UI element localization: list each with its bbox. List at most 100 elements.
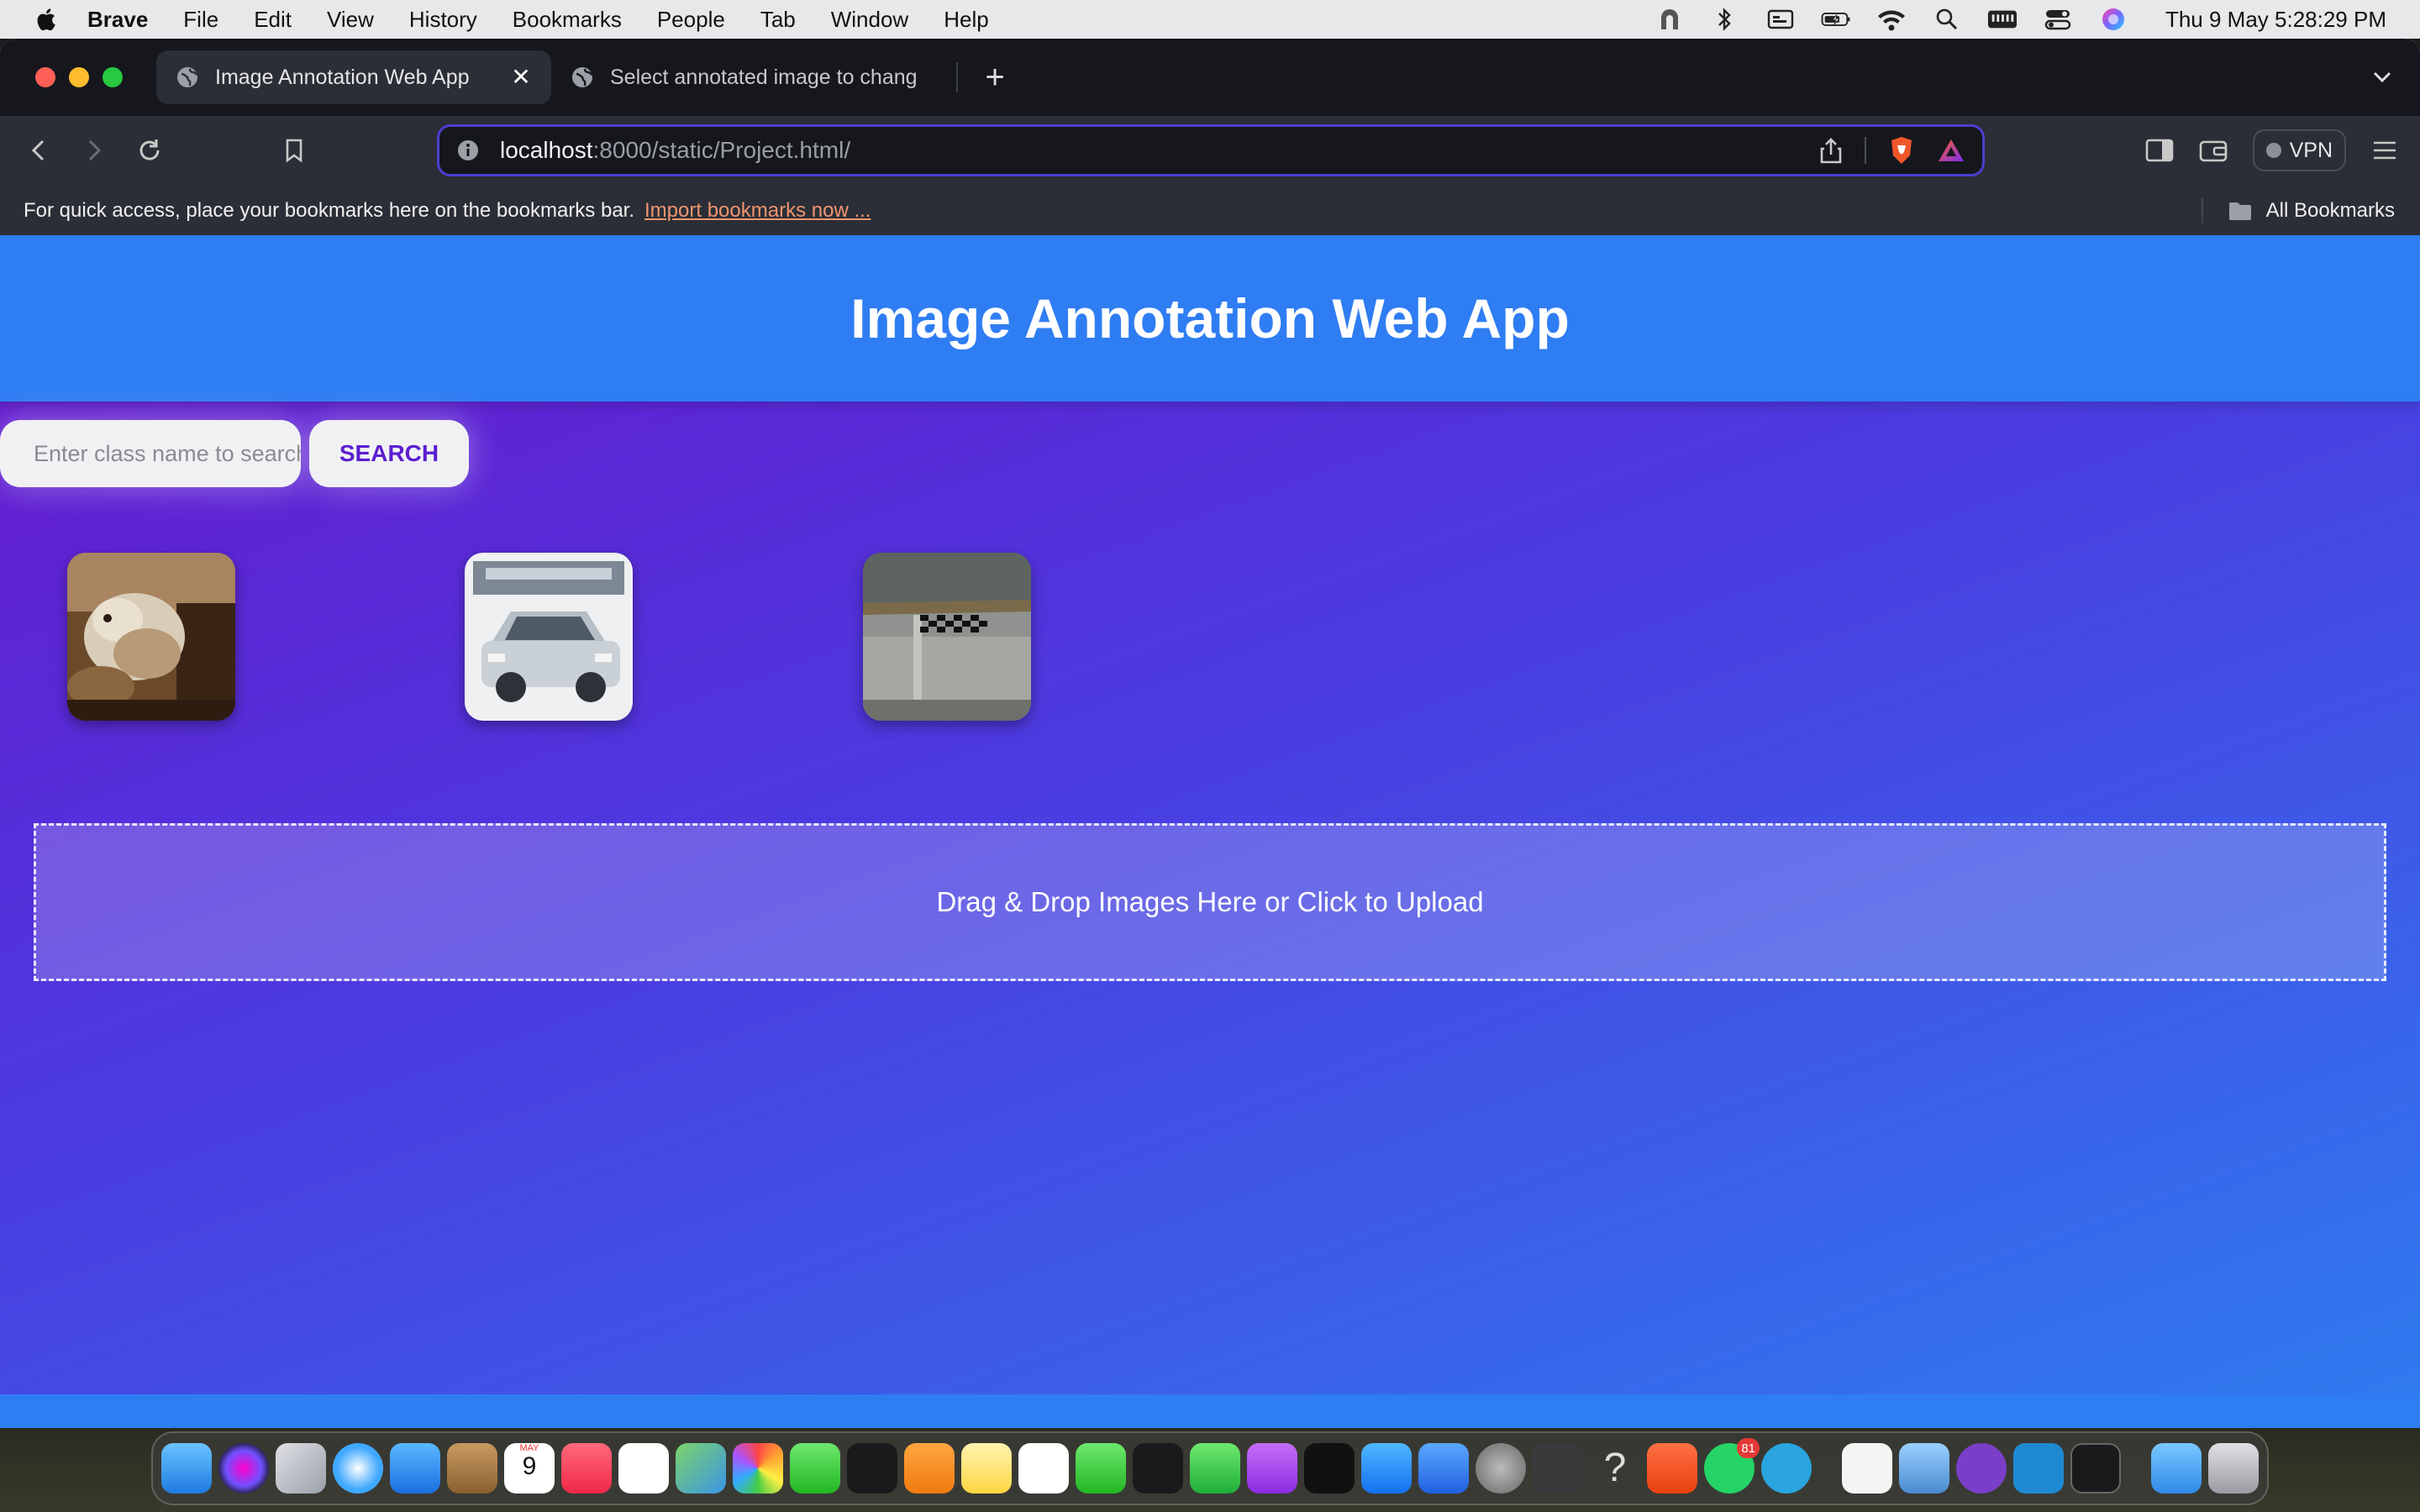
contacts-icon[interactable] bbox=[447, 1443, 497, 1494]
control-center-icon[interactable] bbox=[2043, 8, 2073, 31]
photos-icon[interactable] bbox=[733, 1443, 783, 1494]
tab-select-annotated-image[interactable]: Select annotated image to change bbox=[551, 50, 938, 104]
import-bookmarks-link[interactable]: Import bookmarks now ... bbox=[644, 199, 871, 223]
safari-icon[interactable] bbox=[333, 1443, 383, 1494]
app-store-icon[interactable] bbox=[1361, 1443, 1412, 1494]
dropzone-label: Drag & Drop Images Here or Click to Uplo… bbox=[936, 886, 1484, 917]
calculator-icon[interactable] bbox=[1533, 1443, 1583, 1494]
thumbnail-cat[interactable] bbox=[67, 553, 235, 721]
site-info-icon[interactable] bbox=[456, 139, 480, 162]
class-search-input[interactable] bbox=[0, 420, 301, 487]
menu-app-name[interactable]: Brave bbox=[87, 7, 148, 33]
pages-icon[interactable] bbox=[904, 1443, 955, 1494]
vpn-button[interactable]: VPN bbox=[2252, 129, 2346, 171]
brave-icon[interactable] bbox=[1647, 1443, 1697, 1494]
numbers-icon[interactable] bbox=[1190, 1443, 1240, 1494]
system-settings-icon[interactable] bbox=[1476, 1443, 1526, 1494]
menu-history[interactable]: History bbox=[409, 7, 477, 33]
menu-view[interactable]: View bbox=[327, 7, 374, 33]
facetime-icon[interactable] bbox=[1076, 1443, 1126, 1494]
tab-separator bbox=[956, 62, 958, 92]
sidebar-toggle-icon[interactable] bbox=[2145, 138, 2174, 163]
battery-icon[interactable] bbox=[1821, 8, 1851, 31]
bookmark-page-button[interactable] bbox=[277, 134, 311, 167]
address-bar-divider bbox=[1865, 137, 1866, 164]
voice-memos-icon[interactable] bbox=[1133, 1443, 1183, 1494]
keyboard-icon[interactable] bbox=[1987, 8, 2018, 31]
upload-dropzone[interactable]: Drag & Drop Images Here or Click to Uplo… bbox=[34, 823, 2386, 981]
apple-logo-icon[interactable] bbox=[34, 7, 57, 32]
textedit-icon[interactable] bbox=[1842, 1443, 1892, 1494]
help-icon[interactable]: ? bbox=[1590, 1443, 1640, 1494]
forward-button[interactable] bbox=[77, 134, 111, 167]
apple-tv-icon[interactable] bbox=[1304, 1443, 1355, 1494]
tab-search-chevron-down-icon[interactable] bbox=[2370, 64, 2395, 89]
mail-icon[interactable] bbox=[390, 1443, 440, 1494]
address-bar[interactable]: localhost:8000/static/Project.html/ bbox=[437, 124, 1985, 176]
menu-people[interactable]: People bbox=[657, 7, 725, 33]
spotlight-search-icon[interactable] bbox=[1932, 8, 1962, 31]
page-title: Image Annotation Web App bbox=[850, 287, 1570, 349]
minimize-window-button[interactable] bbox=[69, 67, 89, 87]
menubar-clock[interactable]: Thu 9 May 5:28:29 PM bbox=[2165, 7, 2386, 33]
menu-tab[interactable]: Tab bbox=[760, 7, 796, 33]
music-icon[interactable] bbox=[561, 1443, 612, 1494]
bookmarks-bar: For quick access, place your bookmarks h… bbox=[0, 185, 2420, 237]
freeform-icon[interactable] bbox=[1018, 1443, 1069, 1494]
thumbnail-car[interactable] bbox=[465, 553, 633, 721]
wifi-icon[interactable] bbox=[1876, 8, 1907, 31]
share-icon[interactable] bbox=[1819, 137, 1843, 164]
search-button[interactable]: SEARCH bbox=[309, 420, 469, 487]
new-tab-button[interactable]: + bbox=[976, 59, 1013, 97]
menu-hamburger-icon[interactable] bbox=[2371, 139, 2398, 162]
telegram-icon[interactable] bbox=[1761, 1443, 1812, 1494]
all-bookmarks-button[interactable]: All Bookmarks bbox=[2228, 185, 2395, 237]
toolbar-right-tools: VPN bbox=[2145, 116, 2398, 185]
screen-icon[interactable] bbox=[1765, 8, 1796, 31]
keynote-icon[interactable] bbox=[1418, 1443, 1469, 1494]
reload-button[interactable] bbox=[133, 134, 166, 167]
tab-title: Image Annotation Web App bbox=[215, 65, 470, 89]
web-page: Image Annotation Web App SEARCH bbox=[0, 235, 2420, 1428]
tab-image-annotation[interactable]: Image Annotation Web App ✕ bbox=[156, 50, 551, 104]
reminders-icon[interactable] bbox=[618, 1443, 669, 1494]
wallet-icon[interactable] bbox=[2199, 138, 2228, 163]
notes-icon[interactable] bbox=[961, 1443, 1012, 1494]
calendar-icon[interactable]: MAY 9 bbox=[504, 1443, 555, 1494]
terminal-icon[interactable] bbox=[2070, 1443, 2121, 1494]
siri-icon[interactable] bbox=[2098, 8, 2128, 31]
stocks-icon[interactable] bbox=[847, 1443, 897, 1494]
window-controls bbox=[35, 67, 123, 87]
podcasts-icon[interactable] bbox=[1247, 1443, 1297, 1494]
finder-icon[interactable] bbox=[161, 1443, 212, 1494]
search-bar: SEARCH bbox=[0, 420, 469, 487]
preview-icon[interactable] bbox=[1899, 1443, 1949, 1494]
menu-edit[interactable]: Edit bbox=[254, 7, 292, 33]
zoom-window-button[interactable] bbox=[103, 67, 123, 87]
messages-icon[interactable] bbox=[790, 1443, 840, 1494]
menu-help[interactable]: Help bbox=[944, 7, 988, 33]
brave-rewards-icon[interactable] bbox=[1937, 138, 1965, 163]
whatsapp-icon[interactable]: 81 bbox=[1704, 1438, 1760, 1494]
bluetooth-icon[interactable] bbox=[1710, 8, 1740, 31]
menu-file[interactable]: File bbox=[183, 7, 218, 33]
macos-menu-bar: Brave File Edit View History Bookmarks P… bbox=[0, 0, 2420, 39]
accessibility-arch-icon[interactable] bbox=[1655, 8, 1685, 31]
close-window-button[interactable] bbox=[35, 67, 55, 87]
trash-icon[interactable] bbox=[2208, 1443, 2259, 1494]
close-tab-icon[interactable]: ✕ bbox=[511, 66, 531, 89]
menu-window[interactable]: Window bbox=[831, 7, 908, 33]
maps-icon[interactable] bbox=[676, 1443, 726, 1494]
menubar-status-area: Thu 9 May 5:28:29 PM bbox=[1655, 0, 2386, 39]
launchpad-icon[interactable] bbox=[276, 1443, 326, 1494]
vscode-icon[interactable] bbox=[2013, 1443, 2064, 1494]
thumbnail-road[interactable] bbox=[863, 553, 1031, 721]
back-button[interactable] bbox=[22, 134, 55, 167]
vpn-status-dot-icon bbox=[2265, 143, 2281, 158]
downloads-folder-icon[interactable] bbox=[2151, 1443, 2202, 1494]
github-desktop-icon[interactable] bbox=[1956, 1443, 2007, 1494]
menu-bookmarks[interactable]: Bookmarks bbox=[513, 7, 622, 33]
url-host: localhost bbox=[500, 137, 593, 163]
brave-shields-icon[interactable] bbox=[1888, 135, 1915, 165]
siri-icon[interactable] bbox=[218, 1443, 269, 1494]
